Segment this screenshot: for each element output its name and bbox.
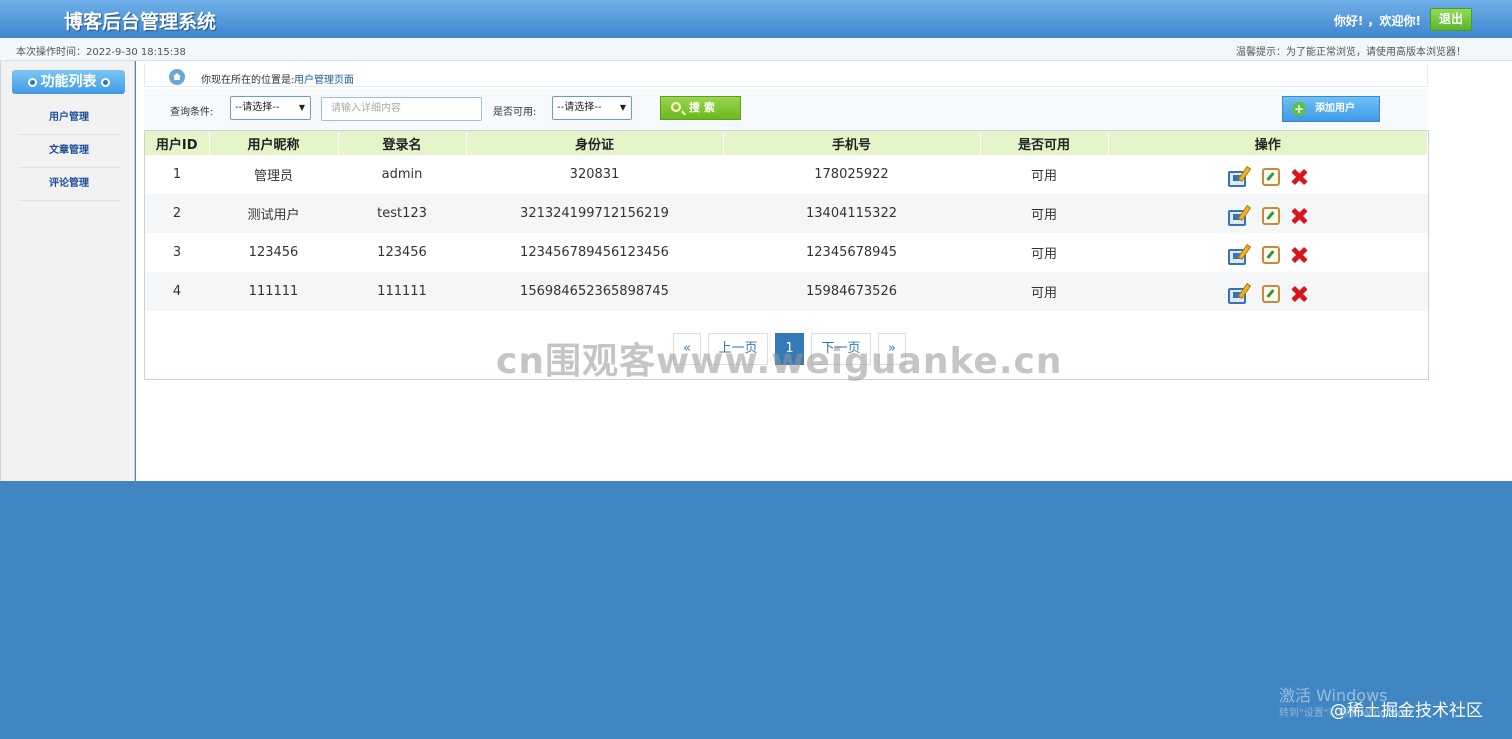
cell-actions <box>1108 272 1428 311</box>
table-row: 1 管理员 admin 320831 178025922 可用 <box>145 155 1428 194</box>
table-row: 2 测试用户 test123 321324199712156219 134041… <box>145 194 1428 233</box>
cell-phone: 15984673526 <box>723 272 980 311</box>
browser-tip: 温馨提示：为了能正常浏览，请使用高版本浏览器！ <box>1236 47 1466 58</box>
condition-select-value: --请选择-- <box>235 102 280 113</box>
table-row: 3 123456 123456 123456789456123456 12345… <box>145 233 1428 272</box>
add-user-label: 添加用户 <box>1315 103 1355 114</box>
available-select[interactable]: --请选择-- ▼ <box>552 96 632 120</box>
bullet-icon <box>100 77 110 87</box>
sidebar-item-article-management[interactable]: 文章管理 <box>18 135 120 168</box>
cell-id-card: 321324199712156219 <box>466 194 723 233</box>
available-select-value: --请选择-- <box>557 102 602 113</box>
function-list-label: 功能列表 <box>40 74 97 90</box>
sidebar-item-user-management[interactable]: 用户管理 <box>18 102 120 135</box>
condition-select[interactable]: --请选择-- ▼ <box>230 96 311 120</box>
filter-bar: 查询条件: --请选择-- ▼ 请输入详细内容 是否可用: --请选择-- ▼ … <box>144 89 1428 129</box>
cell-actions <box>1108 194 1428 233</box>
column-header-phone: 手机号 <box>723 131 981 155</box>
cell-user-id: 1 <box>172 167 182 182</box>
condition-label: 查询条件: <box>170 107 214 118</box>
permission-edit-icon[interactable] <box>1227 204 1252 227</box>
edit-icon[interactable] <box>1261 245 1280 264</box>
sidebar: 功能列表 用户管理 文章管理 评论管理 <box>0 61 135 481</box>
cell-actions <box>1108 233 1428 272</box>
column-header-user-id: 用户ID <box>145 131 210 155</box>
column-header-nickname: 用户昵称 <box>209 131 339 155</box>
sidebar-item-comment-management[interactable]: 评论管理 <box>18 168 120 201</box>
cell-actions <box>1108 155 1428 194</box>
app-title: 博客后台管理系统 <box>64 11 217 33</box>
cell-login-name: admin <box>381 167 423 182</box>
cell-id-card: 123456789456123456 <box>520 245 669 260</box>
permission-edit-icon[interactable] <box>1227 243 1252 266</box>
search-button-label: 搜 索 <box>689 101 715 114</box>
table-header-row: 用户ID 用户昵称 登录名 身份证 手机号 是否可用 操作 <box>145 131 1428 155</box>
delete-icon[interactable] <box>1290 168 1308 186</box>
edit-icon[interactable] <box>1261 167 1280 186</box>
cell-phone: 12345678945 <box>806 245 897 260</box>
delete-icon[interactable] <box>1290 207 1308 225</box>
top-header: 博客后台管理系统 你好! ，欢迎你! 退出 <box>0 0 1512 38</box>
search-button[interactable]: 搜 索 <box>660 96 741 120</box>
permission-edit-icon[interactable] <box>1227 282 1252 305</box>
cell-login-name: 123456 <box>377 245 427 260</box>
info-bar: 本次操作时间：2022-9-30 18:15:38 温馨提示：为了能正常浏览，请… <box>0 38 1512 61</box>
home-icon[interactable] <box>169 69 185 85</box>
delete-icon[interactable] <box>1290 246 1308 264</box>
add-user-button[interactable]: + 添加用户 <box>1282 96 1380 122</box>
search-icon <box>671 102 681 112</box>
cell-phone: 178025922 <box>814 167 889 182</box>
bullet-icon <box>27 77 37 87</box>
cell-user-id: 2 <box>145 194 209 233</box>
column-header-login-name: 登录名 <box>338 131 467 155</box>
cell-login-name: test123 <box>338 194 466 233</box>
permission-edit-icon[interactable] <box>1227 165 1252 188</box>
column-header-available: 是否可用 <box>980 131 1109 155</box>
dropdown-arrow-icon: ▼ <box>619 103 626 112</box>
column-header-actions: 操作 <box>1108 131 1428 155</box>
detail-search-input[interactable]: 请输入详细内容 <box>321 97 482 121</box>
edit-icon[interactable] <box>1261 284 1280 303</box>
function-list-title: 功能列表 <box>12 70 125 94</box>
breadcrumb-current[interactable]: 用户管理页面 <box>294 71 354 86</box>
site-watermark: cn围观客www.weiguanke.cn <box>496 341 1063 382</box>
cell-available: 可用 <box>1030 169 1057 184</box>
juejin-watermark: @稀土掘金技术社区 <box>1330 701 1483 721</box>
cell-nickname: 测试用户 <box>209 194 338 233</box>
cell-available: 可用 <box>1030 247 1057 262</box>
cell-id-card: 320831 <box>569 167 620 182</box>
breadcrumb: 你现在所在的位置是: 用户管理页面 <box>144 63 1428 87</box>
cell-nickname: 111111 <box>209 272 338 311</box>
delete-icon[interactable] <box>1290 285 1308 303</box>
cell-available: 可用 <box>980 194 1108 233</box>
available-label: 是否可用: <box>493 107 537 118</box>
table-row: 4 111111 111111 156984652365898745 15984… <box>145 272 1428 311</box>
logout-button[interactable]: 退出 <box>1430 8 1472 31</box>
operation-time: 本次操作时间：2022-9-30 18:15:38 <box>16 47 186 58</box>
main-content: 你现在所在的位置是: 用户管理页面 查询条件: --请选择-- ▼ 请输入详细内… <box>136 61 1512 481</box>
cell-id-card: 156984652365898745 <box>466 272 723 311</box>
cell-nickname: 123456 <box>248 245 299 260</box>
cell-login-name: 111111 <box>338 272 466 311</box>
column-header-id-card: 身份证 <box>466 131 724 155</box>
cell-nickname: 管理员 <box>253 169 293 184</box>
cell-available: 可用 <box>980 272 1108 311</box>
cell-user-id: 3 <box>172 245 182 260</box>
greeting-text: 你好! ，欢迎你! <box>1333 14 1421 28</box>
cell-phone: 13404115322 <box>723 194 980 233</box>
cell-user-id: 4 <box>145 272 209 311</box>
edit-icon[interactable] <box>1261 206 1280 225</box>
dropdown-arrow-icon: ▼ <box>298 103 305 112</box>
breadcrumb-label: 你现在所在的位置是: <box>201 75 295 86</box>
plus-icon: + <box>1292 102 1306 116</box>
user-table: 用户ID 用户昵称 登录名 身份证 手机号 是否可用 操作 1 管理员 admi… <box>145 131 1428 311</box>
